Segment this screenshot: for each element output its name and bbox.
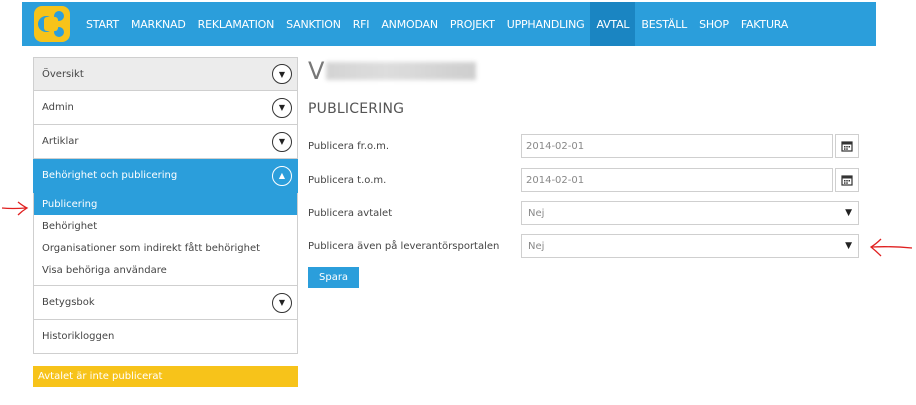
sidebar-item-authorization[interactable]: Behörighet och publicering ▲ (33, 159, 298, 193)
sidebar-item-overview[interactable]: Översikt ▼ (33, 57, 298, 91)
chevron-up-icon[interactable]: ▲ (272, 165, 292, 186)
calendar-icon[interactable] (835, 134, 859, 158)
nav-sanktion[interactable]: SANKTION (280, 2, 347, 46)
publish-supplier-row: Publicera även på leverantörsportalen Ne… (308, 234, 859, 258)
redacted-title (326, 62, 477, 80)
submenu-item-behorighet[interactable]: Behörighet (34, 215, 297, 237)
publish-contract-row: Publicera avtalet Nej ▼ (308, 201, 859, 225)
chevron-down-icon[interactable]: ▼ (272, 97, 292, 118)
dropdown-arrow-icon: ▼ (845, 208, 852, 218)
nav-reklamation[interactable]: REKLAMATION (192, 2, 281, 46)
dropdown-arrow-icon: ▼ (845, 241, 852, 251)
nav-avtal[interactable]: AVTAL (590, 2, 636, 46)
page-title-text: V (308, 57, 325, 85)
sidebar-item-gradebook[interactable]: Betygsbok ▼ (33, 286, 298, 320)
publish-supplier-value: Nej (528, 240, 545, 252)
nav-marknad[interactable]: MARKNAD (125, 2, 192, 46)
nav-faktura[interactable]: FAKTURA (735, 2, 794, 46)
publish-supplier-select[interactable]: Nej ▼ (521, 234, 859, 258)
status-notice: Avtalet är inte publicerat (33, 366, 298, 387)
nav-projekt[interactable]: PROJEKT (444, 2, 501, 46)
publish-supplier-label: Publicera även på leverantörsportalen (308, 240, 500, 252)
publish-from-label: Publicera fr.o.m. (308, 140, 390, 152)
section-heading: PUBLICERING (308, 101, 405, 117)
nav-rfi[interactable]: RFI (347, 2, 376, 46)
nav-start[interactable]: START (80, 2, 125, 46)
nav-shop[interactable]: SHOP (693, 2, 735, 46)
sidebar-item-label: Historikloggen (42, 331, 115, 342)
save-button[interactable]: Spara (308, 267, 360, 288)
annotation-arrow-left-icon (1, 201, 29, 216)
sidebar-item-label: Admin (42, 102, 74, 113)
publish-to-row: Publicera t.o.m. 2014-02-01 (308, 168, 859, 192)
publish-from-input[interactable]: 2014-02-01 (521, 134, 833, 158)
submenu-item-publicering[interactable]: Publicering (34, 193, 297, 215)
sidebar-item-label: Översikt (42, 68, 84, 80)
chevron-down-icon[interactable]: ▼ (272, 131, 292, 152)
main-menu: START MARKNAD REKLAMATION SANKTION RFI A… (80, 2, 794, 46)
nav-anmodan[interactable]: ANMODAN (375, 2, 444, 46)
sidebar-item-history[interactable]: Historikloggen (33, 320, 298, 354)
annotation-arrow-right-icon (869, 238, 913, 257)
sidebar-item-label: Behörighet och publicering (42, 170, 178, 181)
top-navigation-bar: START MARKNAD REKLAMATION SANKTION RFI A… (22, 2, 876, 46)
submenu-item-authorized-users[interactable]: Visa behöriga användare (34, 259, 297, 281)
logo-icon[interactable] (32, 4, 72, 44)
sidebar: Översikt ▼ Admin ▼ Artiklar ▼ Behörighet… (33, 57, 298, 354)
publish-to-label: Publicera t.o.m. (308, 174, 387, 186)
sidebar-item-admin[interactable]: Admin ▼ (33, 91, 298, 125)
sidebar-item-label: Betygsbok (42, 297, 95, 308)
publish-from-row: Publicera fr.o.m. 2014-02-01 (308, 134, 859, 158)
page-title: V (308, 57, 477, 85)
publish-contract-label: Publicera avtalet (308, 207, 393, 219)
sidebar-submenu: Publicering Behörighet Organisationer so… (33, 193, 298, 286)
publish-to-input[interactable]: 2014-02-01 (521, 168, 833, 192)
publish-contract-value: Nej (528, 207, 545, 219)
sidebar-item-label: Artiklar (42, 136, 79, 147)
nav-upphandling[interactable]: UPPHANDLING (501, 2, 591, 46)
chevron-down-icon[interactable]: ▼ (272, 292, 292, 313)
submenu-item-indirect-orgs[interactable]: Organisationer som indirekt fått behörig… (34, 237, 297, 259)
sidebar-item-articles[interactable]: Artiklar ▼ (33, 125, 298, 159)
publish-contract-select[interactable]: Nej ▼ (521, 201, 859, 225)
chevron-down-icon[interactable]: ▼ (272, 64, 292, 84)
calendar-icon[interactable] (835, 168, 859, 192)
nav-bestall[interactable]: BESTÄLL (635, 2, 693, 46)
